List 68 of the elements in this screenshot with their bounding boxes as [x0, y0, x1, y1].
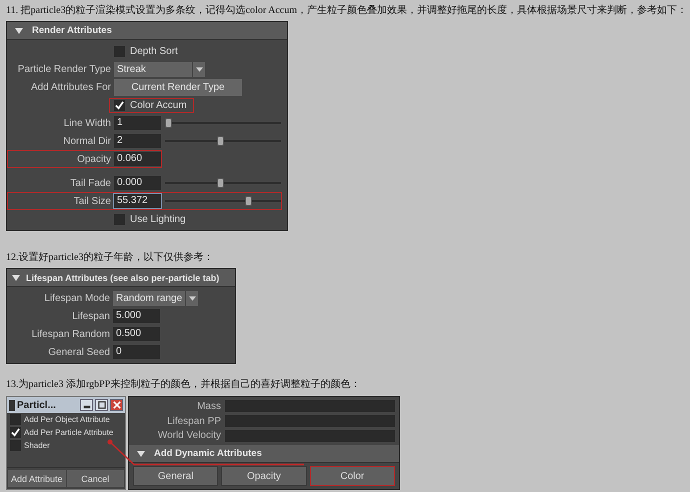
field-label: Normal Dir — [62, 136, 112, 146]
attribute-button[interactable]: General — [133, 466, 218, 486]
slider-track[interactable] — [165, 196, 281, 206]
slider-thumb[interactable] — [165, 118, 172, 128]
instruction-text: 13.为particle3 添加rgbPP来控制粒子的颜色，并根据自己的喜好调整粒子的颜色： — [6, 378, 362, 392]
input-field[interactable]: 2 — [114, 134, 161, 148]
dropdown[interactable]: Streak — [114, 62, 205, 76]
checkbox-label: Depth Sort — [130, 46, 178, 56]
input-field[interactable]: 0.060 — [114, 152, 161, 166]
render-type-button[interactable]: Current Render Type — [114, 78, 242, 96]
dialog-button[interactable]: Add Attribute — [8, 470, 66, 487]
input-field[interactable]: 0.500 — [113, 327, 160, 341]
dialog-button[interactable]: Cancel — [66, 470, 124, 487]
field-label: World Velocity — [156, 430, 222, 442]
field-label: Lifespan Mode — [43, 292, 111, 304]
dropdown-arrow-icon — [192, 62, 205, 76]
maximize-button[interactable] — [95, 399, 108, 411]
field-label: Tail Size — [72, 196, 112, 206]
checkbox-label: Shader — [24, 441, 50, 450]
attribute-button[interactable]: Color — [310, 466, 395, 486]
checkbox-label: Add Per Particle Attribute — [24, 428, 114, 437]
section-title: Add Dynamic Attributes — [154, 448, 262, 460]
checkbox[interactable] — [114, 100, 125, 110]
field-label: Add Attributes For — [30, 82, 112, 92]
checkbox-label: Color Accum — [130, 100, 187, 110]
input-field[interactable] — [225, 400, 395, 412]
section-title: Lifespan Attributes (see also per-particle tab) — [26, 272, 220, 282]
field-label: Lifespan PP — [166, 416, 222, 427]
close-button[interactable] — [110, 399, 123, 411]
app-icon — [9, 400, 15, 410]
input-field[interactable]: 55.372 — [114, 194, 161, 208]
field-label: Lifespan — [71, 310, 111, 322]
section-title: Render Attributes — [32, 25, 112, 36]
section-header[interactable]: Lifespan Attributes (see also per-particle tab) — [7, 269, 235, 287]
maximize-icon — [98, 401, 106, 409]
checkbox[interactable] — [10, 427, 21, 438]
section-header[interactable]: Render Attributes — [7, 22, 287, 40]
checkbox[interactable] — [114, 46, 125, 56]
input-field[interactable] — [225, 430, 395, 442]
attribute-button[interactable]: Opacity — [221, 466, 307, 486]
field-label: Line Width — [62, 118, 112, 128]
input-field[interactable] — [225, 415, 395, 428]
checkbox[interactable] — [10, 414, 21, 425]
section-header[interactable]: Add Dynamic Attributes — [129, 445, 399, 464]
checkbox-label: Use Lighting — [130, 214, 186, 224]
field-label: Mass — [196, 400, 222, 412]
checkbox[interactable] — [114, 214, 125, 224]
field-label: General Seed — [47, 346, 111, 358]
checkbox[interactable] — [10, 440, 21, 451]
input-field[interactable]: 0 — [113, 345, 160, 359]
slider-thumb[interactable] — [216, 136, 224, 146]
checkbox-label: Add Per Object Attribute — [24, 415, 110, 424]
field-label: Particle Render Type — [16, 64, 112, 74]
close-icon — [112, 401, 120, 409]
field-label: Lifespan Random — [30, 328, 111, 340]
field-label: Tail Fade — [69, 178, 112, 188]
input-field[interactable]: 0.000 — [114, 176, 161, 190]
slider-thumb[interactable] — [244, 196, 252, 206]
dropdown[interactable]: Random range — [113, 290, 198, 306]
instruction-text: 11. 把particle3的粒子渲染模式设置为多条纹，记得勾选color Accum，产生粒子颜色叠加效果，并调整好拖尾的长度，具体根据场景尺寸来判断，参考如下： — [6, 4, 684, 18]
slider-thumb[interactable] — [216, 178, 224, 188]
window-title: Particl... — [17, 400, 57, 410]
field-label: Opacity — [76, 154, 112, 164]
dropdown-arrow-icon — [185, 290, 198, 306]
input-field[interactable]: 5.000 — [113, 309, 160, 323]
input-field[interactable]: 1 — [114, 116, 161, 130]
instruction-text: 12.设置好particle3的粒子年龄，以下仅供参考： — [6, 251, 214, 265]
minimize-button[interactable] — [80, 399, 93, 411]
